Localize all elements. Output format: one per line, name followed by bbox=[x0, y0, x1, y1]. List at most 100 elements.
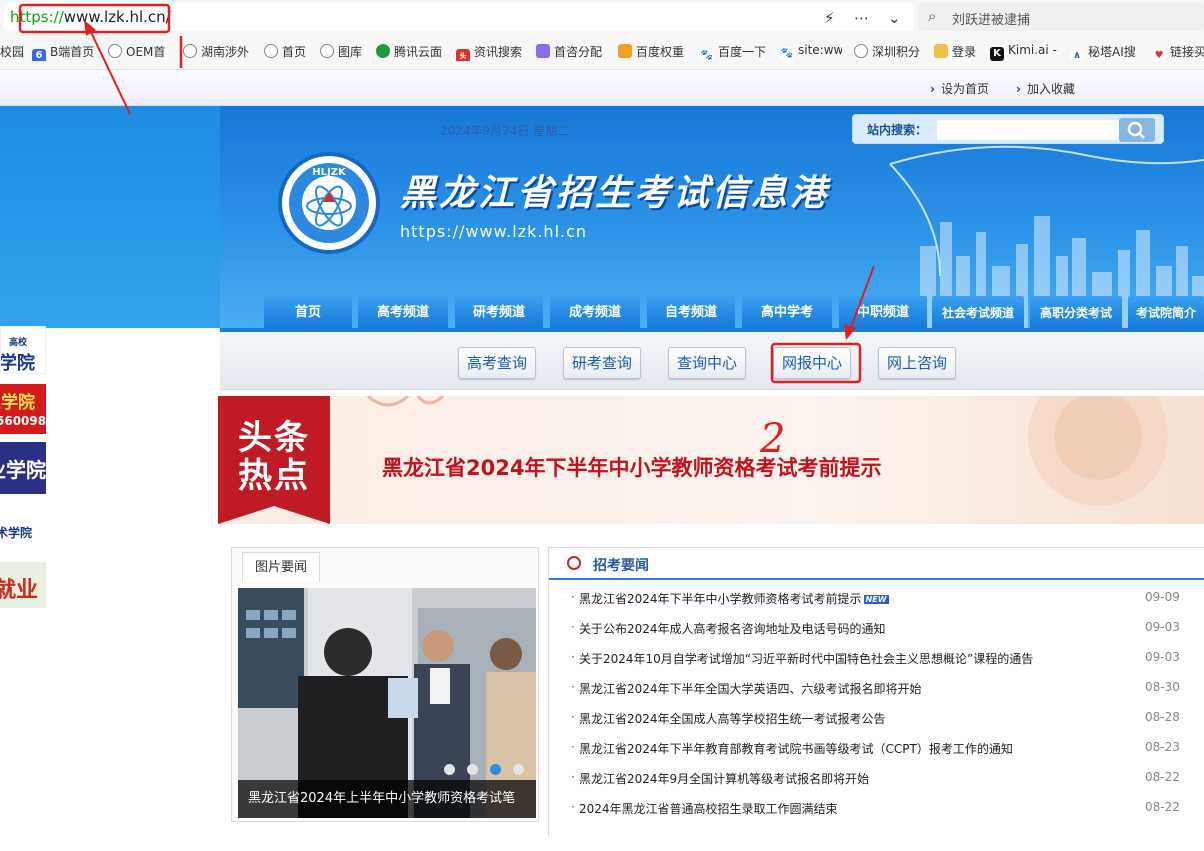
photo-news-tab[interactable]: 图片要闻 bbox=[242, 552, 321, 582]
site-search-label: 站内搜索： bbox=[867, 123, 928, 137]
more-icon[interactable]: ⋯ bbox=[854, 9, 869, 27]
news-item[interactable]: · 关于公布2024年成人高考报名咨询地址及电话号码的通知 09-03 bbox=[571, 620, 1191, 642]
nav-item-xuekao[interactable]: 高中学考 bbox=[742, 296, 832, 330]
nav-item-gaozhi[interactable]: 高职分类考试 bbox=[1030, 296, 1122, 330]
bookmark-item[interactable]: 校园 bbox=[0, 43, 26, 61]
nav-item-home[interactable]: 首页 bbox=[264, 296, 352, 330]
bookmark-item[interactable]: ♥ 链接买 bbox=[1152, 43, 1204, 61]
bookmark-item[interactable]: 百度权重 bbox=[618, 43, 686, 61]
news-item[interactable]: · 黑龙江省2024年下半年全国大学英语四、六级考试报名即将开始 08-30 bbox=[571, 680, 1191, 702]
add-favorite-link[interactable]: › 加入收藏 bbox=[1016, 80, 1075, 97]
headline-flag: 头条 热点 bbox=[218, 396, 330, 524]
metaso-icon: ∧ bbox=[1070, 49, 1084, 61]
top-link-strip: › 设为首页 › 加入收藏 bbox=[0, 70, 1204, 106]
set-home-link[interactable]: › 设为首页 bbox=[930, 80, 989, 97]
photo-slide[interactable]: 黑龙江省2024年上半年中小学教师资格考试笔 bbox=[238, 588, 536, 818]
bookmarks-bar: 校园 6 B端首页 OEM首 湖南涉外 首页 图库 腾讯云面 头资讯搜索 首咨分配… bbox=[0, 34, 1204, 70]
set-home-label: 设为首页 bbox=[940, 82, 989, 96]
news-item-title: 黑龙江省2024年下半年教育部教育考试院书画等级考试（CCPT）报考工作的通知 bbox=[579, 742, 1013, 756]
bookmark-item[interactable]: 登录 bbox=[934, 43, 982, 61]
headline-text[interactable]: 黑龙江省2024年下半年中小学教师资格考试考前提示 bbox=[382, 452, 881, 482]
bookmark-label: OEM首 bbox=[126, 45, 166, 59]
news-panel: 招考要闻 · 黑龙江省2024年下半年中小学教师资格考试考前提示 NEW 09-0… bbox=[548, 547, 1204, 837]
side-ad-3[interactable]: 业学院 bbox=[0, 442, 46, 494]
gaokao-query-button[interactable]: 高考查询 bbox=[458, 347, 536, 379]
news-item[interactable]: · 黑龙江省2024年下半年中小学教师资格考试考前提示 NEW 09-09 bbox=[571, 590, 1191, 612]
search-icon: ⌕ bbox=[928, 7, 937, 25]
slide-dot-active[interactable] bbox=[490, 764, 501, 775]
bookmark-item[interactable]: 腾讯云面 bbox=[376, 43, 444, 61]
bookmark-item[interactable]: 深圳积分 bbox=[854, 43, 922, 61]
side-ad-text: 学院 bbox=[0, 353, 35, 374]
bookmark-item[interactable]: 首咨分配 bbox=[536, 43, 606, 61]
main-nav: 首页 高考频道 研考频道 成考频道 自考频道 高中学考 中职频道 社会考试频道 … bbox=[220, 296, 1204, 330]
bookmark-label: 深圳积分 bbox=[872, 45, 921, 59]
nav-item-yankao[interactable]: 研考频道 bbox=[455, 296, 543, 330]
bookmark-item[interactable]: 头资讯搜索 bbox=[456, 43, 524, 61]
browser-search-box[interactable]: ⌕ 刘跃进被逮捕 bbox=[918, 3, 1204, 31]
bookmark-item[interactable]: OEM首 bbox=[108, 43, 170, 61]
nav-item-gaokao[interactable]: 高考频道 bbox=[358, 296, 448, 330]
side-ad-text: 术学院 bbox=[0, 526, 33, 540]
browser-toolbar: https://www.lzk.hl.cn/ ⚡ ⋯ ⌄ ⌕ 刘跃进被逮捕 bbox=[0, 0, 1204, 34]
bookmark-item[interactable]: 6 B端首页 bbox=[32, 43, 100, 61]
bookmark-item[interactable]: 湖南涉外 bbox=[183, 43, 251, 61]
nav-item-zikao[interactable]: 自考频道 bbox=[647, 296, 735, 330]
news-item-title: 黑龙江省2024年9月全国计算机等级考试报名即将开始 bbox=[579, 772, 870, 786]
bookmark-item[interactable]: 🐾 百度一下 bbox=[700, 43, 770, 61]
globe-icon bbox=[854, 44, 868, 58]
side-ad-1[interactable]: 高校 学院 bbox=[0, 326, 46, 374]
side-ad-2[interactable]: 业学院 560098 bbox=[0, 384, 46, 434]
nav-item-about[interactable]: 考试院简介 bbox=[1128, 296, 1204, 330]
address-bar[interactable]: https://www.lzk.hl.cn/ ⚡ ⋯ ⌄ bbox=[4, 3, 914, 31]
bookmark-item[interactable]: K Kimi.ai - bbox=[990, 43, 1060, 61]
bookmark-item[interactable]: 🐾 site:ww bbox=[780, 43, 842, 61]
bookmark-label: 秘塔AI搜 bbox=[1088, 45, 1136, 59]
bookmark-item[interactable]: 首页 bbox=[264, 43, 312, 61]
site-search-input[interactable] bbox=[937, 120, 1119, 140]
bookmark-label: 资讯搜索 bbox=[474, 45, 523, 59]
bookmark-item[interactable]: ∧ 秘塔AI搜 bbox=[1070, 43, 1140, 61]
photo-news-panel: 图片要闻 黑龙江省2024年上半年中小学教师资格考试笔 bbox=[231, 547, 539, 822]
site-search-button[interactable] bbox=[1119, 118, 1155, 142]
site-logo[interactable]: HLJZK bbox=[278, 152, 380, 254]
paw-icon: 🐾 bbox=[700, 49, 714, 61]
nav-item-shehui[interactable]: 社会考试频道 bbox=[932, 296, 1024, 330]
query-center-button[interactable]: 查询中心 bbox=[668, 347, 746, 379]
headline-banner[interactable]: 头条 热点 黑龙江省2024年下半年中小学教师资格考试考前提示 bbox=[218, 396, 1204, 524]
yankao-query-button[interactable]: 研考查询 bbox=[563, 347, 641, 379]
side-ad-4[interactable]: 术学院 bbox=[0, 506, 46, 552]
online-registration-button[interactable]: 网报中心 bbox=[773, 347, 851, 379]
bookmark-label: 链接买 bbox=[1170, 45, 1204, 59]
toutiao-icon: 头 bbox=[456, 49, 470, 61]
news-item[interactable]: · 黑龙江省2024年全国成人高等学校招生统一考试报考公告 08-28 bbox=[571, 710, 1191, 732]
current-date: 2024年9月24日 星期二 bbox=[440, 124, 570, 138]
news-panel-title[interactable]: 招考要闻 bbox=[593, 555, 649, 575]
news-item-title: 关于2024年10月自学考试增加“习近平新时代中国特色社会主义思想概论”课程的通… bbox=[579, 652, 1034, 666]
bookmark-label: 图库 bbox=[338, 45, 363, 59]
slide-dot[interactable] bbox=[467, 764, 478, 775]
news-item[interactable]: · 关于2024年10月自学考试增加“习近平新时代中国特色社会主义思想概论”课程… bbox=[571, 650, 1191, 672]
url-text[interactable]: https://www.lzk.hl.cn/ bbox=[10, 8, 171, 26]
news-item[interactable]: · 黑龙江省2024年下半年教育部教育考试院书画等级考试（CCPT）报考工作的通… bbox=[571, 740, 1191, 762]
slide-dot[interactable] bbox=[444, 764, 455, 775]
photo-caption[interactable]: 黑龙江省2024年上半年中小学教师资格考试笔 bbox=[238, 780, 536, 818]
paw-icon: 🐾 bbox=[780, 47, 794, 61]
lightning-icon[interactable]: ⚡ bbox=[824, 9, 835, 27]
side-ad-5[interactable]: 就业 bbox=[0, 562, 46, 608]
headline-flag-line2: 热点 bbox=[238, 456, 310, 496]
news-item[interactable]: · 黑龙江省2024年9月全国计算机等级考试报名即将开始 08-22 bbox=[571, 770, 1191, 792]
slide-dot[interactable] bbox=[513, 764, 524, 775]
online-consult-button[interactable]: 网上咨询 bbox=[878, 347, 956, 379]
nav-item-chengkao[interactable]: 成考频道 bbox=[550, 296, 640, 330]
person-icon bbox=[934, 44, 948, 58]
bookmark-item[interactable]: 图库 bbox=[320, 43, 366, 61]
side-ad-text: 高校 bbox=[9, 338, 28, 348]
news-item-date: 09-03 bbox=[1145, 650, 1180, 664]
nav-item-zhongzhi[interactable]: 中职频道 bbox=[839, 296, 927, 330]
globe-icon bbox=[320, 44, 334, 58]
chevron-down-icon[interactable]: ⌄ bbox=[888, 9, 901, 27]
globe-icon bbox=[108, 44, 122, 58]
bookmark-label: 登录 bbox=[952, 45, 977, 59]
news-item[interactable]: · 2024年黑龙江省普通高校招生录取工作圆满结束 08-22 bbox=[571, 800, 1191, 822]
